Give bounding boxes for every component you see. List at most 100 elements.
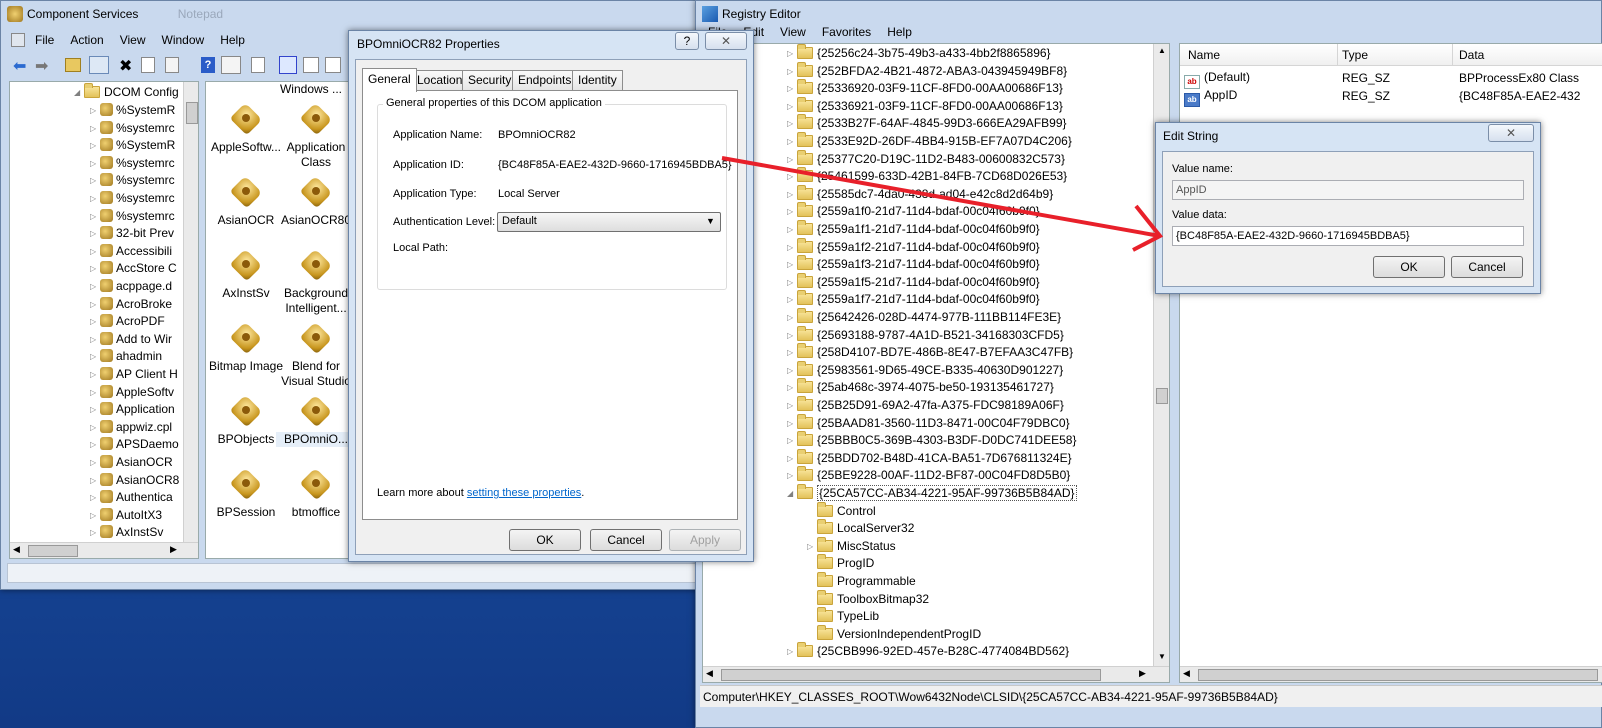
- expand-triangle-icon[interactable]: ▷: [90, 260, 100, 277]
- registry-key[interactable]: ▷ {25461599-633D-42B1-84FB-7CD68D026E53}: [787, 167, 1067, 185]
- tree-root-dcom-config[interactable]: ◢ DCOM Config: [74, 83, 179, 101]
- app-icon[interactable]: [300, 104, 332, 136]
- help-button[interactable]: ?: [675, 32, 699, 50]
- app-icon[interactable]: [230, 104, 262, 136]
- auth-level-select[interactable]: Default ▼: [497, 212, 721, 232]
- scroll-left-icon[interactable]: ◀: [706, 668, 713, 679]
- expand-triangle-icon[interactable]: ▷: [90, 313, 100, 330]
- collapse-triangle-icon[interactable]: ◢: [74, 84, 84, 101]
- tab-general[interactable]: General: [362, 68, 417, 92]
- tree-item[interactable]: ▷ APSDaemo: [90, 436, 179, 453]
- edit-string-cancel-button[interactable]: Cancel: [1451, 256, 1523, 278]
- expand-triangle-icon[interactable]: ▷: [787, 63, 797, 80]
- reg-key-tree[interactable]: ▷ {25256c24-3b75-49b3-a433-4bb2f8865896} ▷…: [702, 43, 1170, 683]
- properties-close-button[interactable]: ✕: [705, 32, 747, 50]
- list-view-icon[interactable]: [325, 57, 341, 73]
- registry-key[interactable]: ▷ {2533E92D-26DF-4BB4-915B-EF7A07D4C206}: [787, 132, 1072, 150]
- app-icon[interactable]: [230, 250, 262, 282]
- registry-key[interactable]: ▷ {2533B27F-64AF-4845-99D3-666EA29AFB99}: [787, 114, 1067, 132]
- tree-item[interactable]: ▷ %systemrc: [90, 155, 175, 172]
- value-row-default[interactable]: ab (Default) REG_SZ BPProcessEx80 Class: [1184, 70, 1602, 89]
- expand-triangle-icon[interactable]: ▷: [787, 239, 797, 256]
- expand-triangle-icon[interactable]: ▷: [90, 331, 100, 348]
- expand-triangle-icon[interactable]: ▷: [90, 120, 100, 137]
- tree-item[interactable]: ▷ Application: [90, 401, 175, 418]
- tree-item[interactable]: ▷ AsianOCR: [90, 454, 173, 471]
- expand-triangle-icon[interactable]: ▷: [787, 274, 797, 291]
- column-divider[interactable]: [1452, 44, 1453, 66]
- expand-triangle-icon[interactable]: ▷: [787, 291, 797, 308]
- back-arrow-icon[interactable]: ⬅: [13, 56, 26, 76]
- expand-triangle-icon[interactable]: ▷: [90, 190, 100, 207]
- expand-triangle-icon[interactable]: ▷: [787, 98, 797, 115]
- scroll-down-icon[interactable]: ▼: [1158, 652, 1166, 661]
- scroll-right-icon[interactable]: ▶: [170, 544, 177, 555]
- learn-more-link[interactable]: setting these properties: [467, 487, 581, 499]
- tree-item[interactable]: ▷ %SystemR: [90, 102, 175, 119]
- help-icon[interactable]: ?: [201, 57, 215, 73]
- cs-menu-help[interactable]: Help: [212, 30, 253, 50]
- column-type-header[interactable]: Type: [1342, 48, 1368, 62]
- expand-triangle-icon[interactable]: ▷: [787, 256, 797, 273]
- expand-triangle-icon[interactable]: ▷: [787, 221, 797, 238]
- scroll-left-icon[interactable]: ◀: [13, 544, 20, 555]
- app-icon-label[interactable]: BPOmniO...: [276, 432, 354, 447]
- expand-triangle-icon[interactable]: ▷: [787, 467, 797, 484]
- tree-item[interactable]: ▷ AP Client H: [90, 366, 178, 383]
- expand-triangle-icon[interactable]: ▷: [787, 379, 797, 396]
- reg-values-hscroll-thumb[interactable]: [1198, 669, 1598, 681]
- properties-cancel-button[interactable]: Cancel: [590, 529, 662, 551]
- cs-menu-view[interactable]: View: [112, 30, 154, 50]
- registry-key[interactable]: ▷ {2559a1f2-21d7-11d4-bdaf-00c04f60b9f0}: [787, 237, 1040, 256]
- expand-triangle-icon[interactable]: ▷: [90, 137, 100, 154]
- cs-tree-hscroll-thumb[interactable]: [28, 545, 78, 557]
- cs-tree-pane[interactable]: ◢ DCOM Config ▷ %SystemR ▷ %systemrc ▷ %System…: [9, 81, 199, 559]
- value-data-input[interactable]: {BC48F85A-EAE2-432D-9660-1716945BDBA5}: [1172, 226, 1524, 246]
- app-icon-label[interactable]: AxInstSv: [206, 286, 286, 301]
- tree-item[interactable]: ▷ Authentica: [90, 489, 173, 506]
- expand-triangle-icon[interactable]: ▷: [90, 454, 100, 471]
- tree-item[interactable]: ▷ AcroPDF: [90, 313, 165, 330]
- registry-subkey[interactable]: LocalServer32: [807, 519, 914, 537]
- reg-menu-help[interactable]: Help: [879, 22, 920, 42]
- registry-key[interactable]: ▷ {25BDD702-B48D-41CA-BA51-7D676811324E}: [787, 448, 1072, 467]
- value-row-appid[interactable]: ab AppID REG_SZ {BC48F85A-EAE2-432: [1184, 88, 1602, 107]
- reg-values-hscroll[interactable]: ◀: [1180, 666, 1602, 682]
- tree-item[interactable]: ▷ appwiz.cpl: [90, 419, 172, 436]
- cs-tree-vscroll[interactable]: [183, 82, 198, 542]
- expand-triangle-icon[interactable]: ▷: [787, 151, 797, 168]
- registry-key[interactable]: ▷ {25336920-03F9-11CF-8FD0-00AA00686F13}: [787, 79, 1063, 97]
- registry-subkey[interactable]: ▷ MiscStatus: [807, 536, 896, 555]
- expand-triangle-icon[interactable]: ▷: [787, 133, 797, 150]
- expand-triangle-icon[interactable]: ▷: [787, 432, 797, 449]
- app-icon-label[interactable]: BPSession: [206, 505, 286, 520]
- reg-tree-vscroll-thumb[interactable]: [1156, 388, 1168, 404]
- registry-key[interactable]: ▷ {2559a1f3-21d7-11d4-bdaf-00c04f60b9f0}: [787, 255, 1040, 273]
- tree-item[interactable]: ▷ acppage.d: [90, 278, 172, 295]
- expand-triangle-icon[interactable]: ▷: [90, 225, 100, 242]
- expand-triangle-icon[interactable]: ▷: [90, 348, 100, 365]
- app-icon[interactable]: [230, 177, 262, 209]
- expand-triangle-icon[interactable]: ▷: [90, 401, 100, 418]
- scroll-up-icon[interactable]: ▲: [1158, 46, 1166, 55]
- app-icon-label[interactable]: Background Intelligent...: [276, 286, 354, 316]
- registry-key[interactable]: ▷ {25693188-9787-4A1D-B521-34168303CFD5}: [787, 325, 1064, 344]
- column-divider[interactable]: [1337, 44, 1338, 66]
- cs-menu-file[interactable]: File: [27, 30, 62, 50]
- app-icon[interactable]: [230, 469, 262, 501]
- registry-key[interactable]: ▷ {25CBB996-92ED-457e-B28C-4774084BD562}: [787, 642, 1069, 660]
- cs-menu-action[interactable]: Action: [62, 30, 111, 50]
- registry-subkey[interactable]: ProgID: [807, 554, 874, 572]
- tree-item[interactable]: ▷ AppleSoftv: [90, 384, 174, 401]
- expand-triangle-icon[interactable]: ▷: [787, 80, 797, 97]
- expand-triangle-icon[interactable]: ▷: [90, 436, 100, 453]
- expand-triangle-icon[interactable]: ▷: [787, 450, 797, 467]
- collapse-triangle-icon[interactable]: ◢: [787, 485, 797, 502]
- reg-tree-hscroll-thumb[interactable]: [721, 669, 1101, 681]
- expand-triangle-icon[interactable]: ▷: [787, 415, 797, 432]
- properties-apply-button[interactable]: Apply: [669, 529, 741, 551]
- tree-item[interactable]: ▷ AxInstSv: [90, 524, 163, 541]
- tree-item[interactable]: ▷ AcroBroke: [90, 296, 172, 313]
- tree-item[interactable]: ▷ %systemrc: [90, 208, 175, 225]
- app-icon-label[interactable]: btmoffice: [276, 505, 354, 520]
